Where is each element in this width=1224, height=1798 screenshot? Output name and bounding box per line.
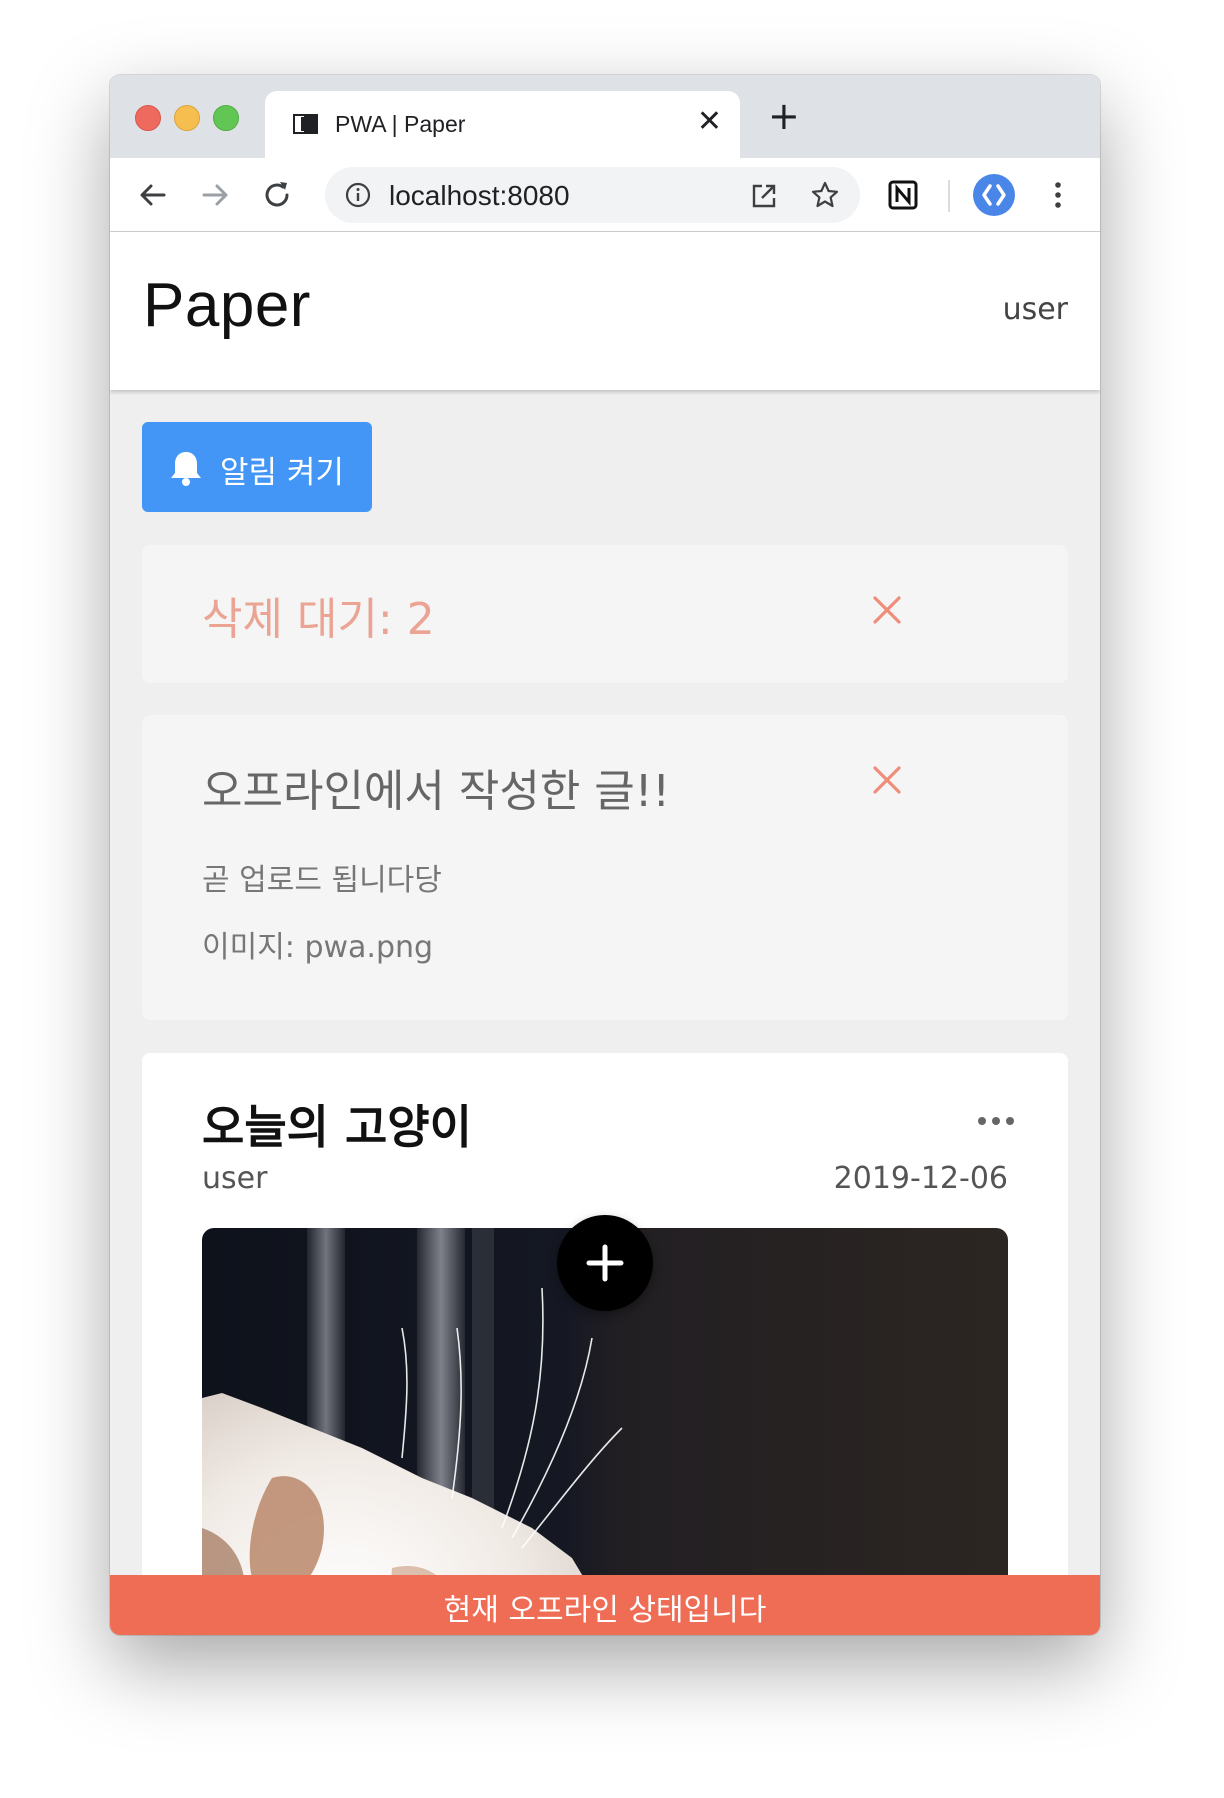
tab-close-icon[interactable]: ✕ xyxy=(697,107,722,137)
browser-toolbar: localhost:8080 xyxy=(110,158,1100,232)
address-bar[interactable]: localhost:8080 xyxy=(325,167,860,223)
code-brackets-icon xyxy=(982,184,1006,206)
reload-icon[interactable] xyxy=(260,178,294,212)
post-card[interactable]: 오늘의 고양이 user 2019-12-06 xyxy=(142,1053,1068,1635)
app-header: Paper user xyxy=(110,232,1100,390)
notification-toggle-button[interactable]: 알림 켜기 xyxy=(142,422,372,512)
url-text[interactable]: localhost:8080 xyxy=(389,180,570,212)
close-window-button[interactable] xyxy=(135,105,161,131)
tab-bar: PWA | Paper ✕ + xyxy=(110,75,1100,158)
notion-extension-icon[interactable] xyxy=(886,178,920,212)
post-date: 2019-12-06 xyxy=(833,1161,1008,1196)
plus-icon xyxy=(586,1244,624,1282)
offline-post-body: 곧 업로드 됩니다당 xyxy=(202,863,442,898)
back-arrow-icon[interactable] xyxy=(136,178,170,212)
header-user[interactable]: user xyxy=(1003,292,1068,327)
browser-window: PWA | Paper ✕ + localhost:8080 Paper use… xyxy=(110,75,1100,1635)
minimize-window-button[interactable] xyxy=(174,105,200,131)
app-title[interactable]: Paper xyxy=(143,270,311,341)
new-tab-button[interactable]: + xyxy=(768,97,800,135)
offline-status-text: 현재 오프라인 상태입니다 xyxy=(443,1593,767,1628)
toolbar-divider xyxy=(948,180,950,212)
open-external-icon[interactable] xyxy=(750,182,778,210)
pending-delete-count: 삭제 대기: 2 xyxy=(202,594,435,645)
offline-post-image-name: 이미지: pwa.png xyxy=(202,930,434,965)
offline-status-banner: 현재 오프라인 상태입니다 xyxy=(110,1575,1100,1635)
info-icon[interactable] xyxy=(345,182,371,208)
forward-arrow-icon[interactable] xyxy=(198,178,232,212)
offline-post-title: 오프라인에서 작성한 글!! xyxy=(202,766,671,817)
bell-icon xyxy=(171,452,201,486)
post-title[interactable]: 오늘의 고양이 xyxy=(202,1091,472,1157)
dismiss-pending-icon[interactable] xyxy=(872,595,902,625)
maximize-window-button[interactable] xyxy=(213,105,239,131)
pending-delete-card: 삭제 대기: 2 xyxy=(142,545,1068,683)
more-options-icon[interactable] xyxy=(976,1115,1016,1127)
bookmark-star-icon[interactable] xyxy=(810,180,840,210)
main-content: 알림 켜기 삭제 대기: 2 오프라인에서 작성한 글!! 곧 업로드 됩니다당… xyxy=(110,390,1100,1635)
profile-avatar[interactable] xyxy=(973,174,1015,216)
tab-active[interactable]: PWA | Paper ✕ xyxy=(265,91,740,158)
tab-title: PWA | Paper xyxy=(335,111,466,137)
menu-dots-icon[interactable] xyxy=(1050,178,1066,212)
add-post-button[interactable] xyxy=(557,1215,653,1311)
notification-toggle-label: 알림 켜기 xyxy=(220,455,344,491)
post-author[interactable]: user xyxy=(202,1161,267,1196)
offline-post-card: 오프라인에서 작성한 글!! 곧 업로드 됩니다당 이미지: pwa.png xyxy=(142,715,1068,1020)
delete-offline-post-icon[interactable] xyxy=(872,765,902,795)
book-icon xyxy=(293,114,318,134)
